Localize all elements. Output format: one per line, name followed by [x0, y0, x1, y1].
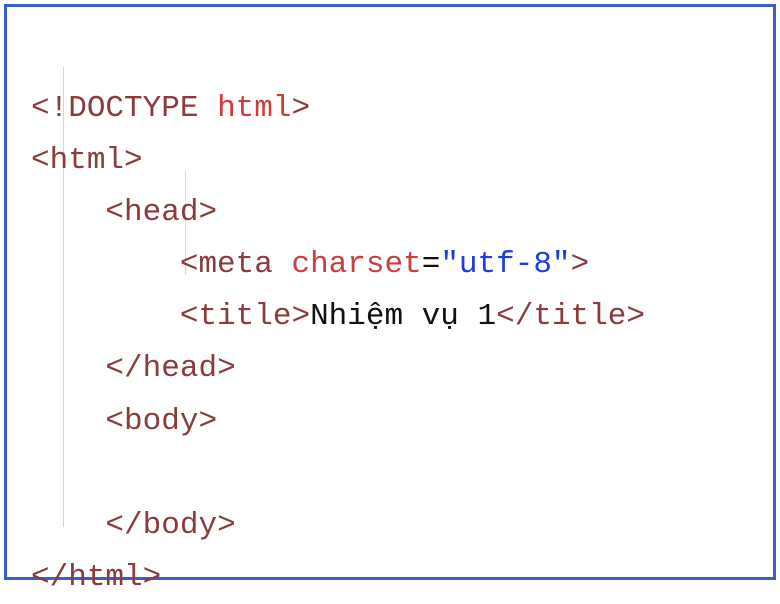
indent [31, 299, 180, 334]
tag-open: < [31, 143, 50, 178]
tag-close: > [198, 195, 217, 230]
tag-name: meta [198, 247, 272, 282]
code-frame: <!DOCTYPE html> <html> <head> <meta char… [4, 4, 776, 580]
tag-close: > [217, 351, 236, 386]
doctype-html: html [217, 91, 291, 126]
code-line-3: <head> [31, 195, 217, 230]
tag-name: body [124, 404, 198, 439]
tag-close: > [571, 247, 590, 282]
doctype-keyword: DOCTYPE [68, 91, 198, 126]
code-line-8 [31, 456, 180, 491]
tag-open: < [105, 195, 124, 230]
attr-value: "utf-8" [440, 247, 570, 282]
code-line-7: <body> [31, 404, 217, 439]
attr-name: charset [291, 247, 421, 282]
code-line-10: </html> [31, 560, 161, 595]
doctype-open: <! [31, 91, 68, 126]
indent [31, 508, 105, 543]
tag-open: </ [31, 560, 68, 595]
space [198, 91, 217, 126]
code-line-2: <html> [31, 143, 143, 178]
tag-close: > [291, 299, 310, 334]
tag-name: body [143, 508, 217, 543]
tag-name: html [68, 560, 142, 595]
tag-close: > [217, 508, 236, 543]
equals: = [422, 247, 441, 282]
tag-open: < [180, 299, 199, 334]
tag-name: head [143, 351, 217, 386]
code-line-5: <title>Nhiệm vụ 1</title> [31, 299, 645, 334]
indent [31, 351, 105, 386]
tag-close: > [626, 299, 645, 334]
tag-open: </ [105, 508, 142, 543]
tag-name: head [124, 195, 198, 230]
tag-close: > [198, 404, 217, 439]
tag-open: < [180, 247, 199, 282]
tag-open: </ [105, 351, 142, 386]
tag-open: < [105, 404, 124, 439]
title-text: Nhiệm vụ 1 [310, 299, 496, 334]
indent [31, 195, 105, 230]
tag-close: > [143, 560, 162, 595]
tag-name: title [198, 299, 291, 334]
tag-name: html [50, 143, 124, 178]
indent [31, 247, 180, 282]
code-block: <!DOCTYPE html> <html> <head> <meta char… [31, 31, 755, 604]
code-line-4: <meta charset="utf-8"> [31, 247, 589, 282]
code-line-6: </head> [31, 351, 236, 386]
code-line-9: </body> [31, 508, 236, 543]
indent [31, 456, 180, 491]
doctype-close: > [291, 91, 310, 126]
code-line-1: <!DOCTYPE html> [31, 91, 310, 126]
tag-open: </ [496, 299, 533, 334]
space [273, 247, 292, 282]
tag-close: > [124, 143, 143, 178]
indent [31, 404, 105, 439]
tag-name: title [533, 299, 626, 334]
